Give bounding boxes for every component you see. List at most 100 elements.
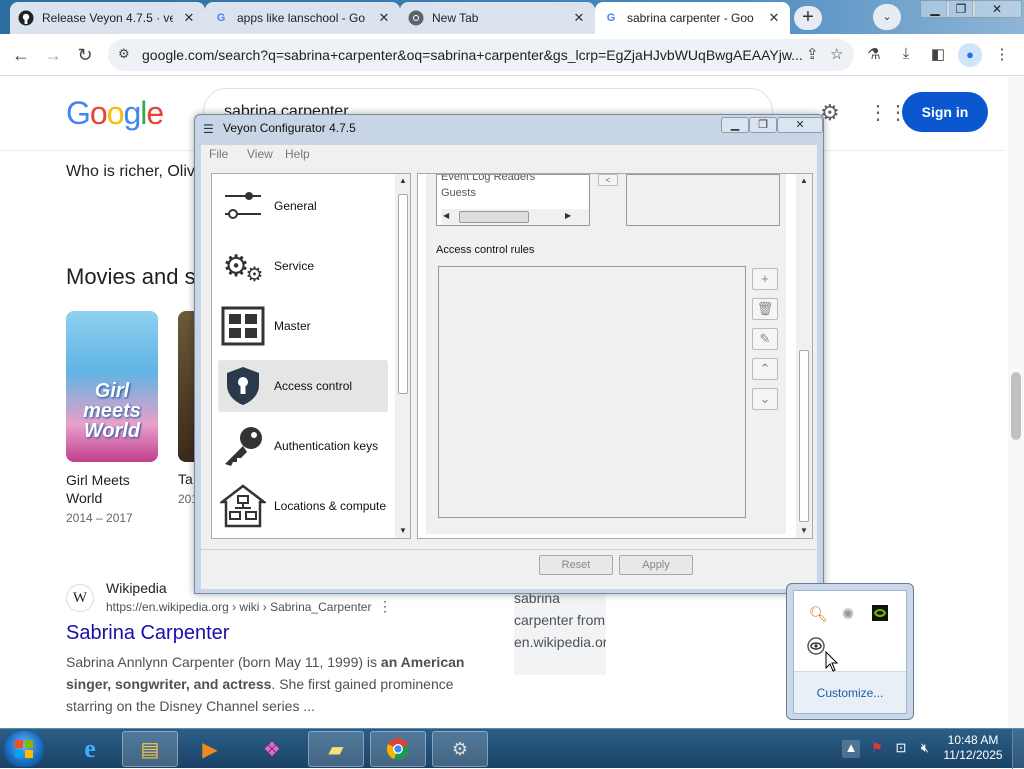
volume-muted-icon[interactable]: 🔇︎ bbox=[916, 740, 934, 758]
movie-title[interactable]: Girl Meets World bbox=[66, 471, 146, 507]
media-player-icon[interactable]: ▶ bbox=[182, 731, 238, 767]
nav-scrollbar[interactable]: ▲ ▼ bbox=[395, 174, 410, 538]
veyon-maximize-button[interactable]: ❐ bbox=[749, 117, 777, 133]
group-item[interactable]: Event Log Readers bbox=[441, 175, 535, 183]
show-hidden-icons-button[interactable]: ▲ bbox=[842, 740, 860, 758]
google-logo[interactable]: Google bbox=[66, 95, 164, 132]
edit-rule-icon[interactable]: ✎ bbox=[752, 328, 778, 350]
extension-icon[interactable]: ⚗ bbox=[864, 45, 884, 63]
apply-button[interactable]: Apply bbox=[619, 555, 693, 575]
download-icon[interactable]: ⤓ bbox=[896, 45, 916, 62]
veyon-titlebar[interactable]: ☰ Veyon Configurator 4.7.5 ▁ ❐ ✕ bbox=[195, 115, 823, 143]
loading-tray-icon[interactable]: ✺ bbox=[838, 605, 858, 623]
shield-lock-icon bbox=[218, 363, 268, 409]
tab-lanschool[interactable]: G apps like lanschool - Go ✕ bbox=[205, 2, 400, 34]
result-title-link[interactable]: Sabrina Carpenter bbox=[66, 622, 229, 645]
show-desktop-button[interactable] bbox=[1012, 729, 1024, 769]
nav-item-service[interactable]: ⚙ ⚙ Service bbox=[218, 240, 388, 292]
back-icon[interactable]: ← bbox=[8, 42, 34, 68]
poster-title: Girl meets World bbox=[83, 380, 141, 442]
remove-group-button[interactable]: < bbox=[598, 174, 618, 186]
nav-item-master[interactable]: Master bbox=[218, 300, 388, 352]
close-tab-icon[interactable]: ✕ bbox=[181, 10, 197, 26]
nav-scroll-thumb[interactable] bbox=[398, 194, 408, 394]
movies-heading: Movies and s bbox=[66, 264, 196, 289]
close-tab-icon[interactable]: ✕ bbox=[571, 10, 587, 26]
scroll-up-arrow-icon[interactable]: ▲ bbox=[395, 174, 410, 188]
panel-scroll-thumb[interactable] bbox=[799, 350, 809, 522]
chrome-taskbar-icon[interactable] bbox=[370, 731, 426, 767]
close-tab-icon[interactable]: ✕ bbox=[766, 10, 782, 26]
new-tab-button[interactable]: + bbox=[794, 6, 822, 30]
scroll-up-arrow-icon[interactable]: ▲ bbox=[796, 174, 812, 188]
site-info-icon[interactable]: ⚙ bbox=[118, 46, 130, 62]
footer-divider bbox=[201, 549, 817, 550]
bookmark-star-icon[interactable]: ☆ bbox=[830, 45, 843, 63]
result-site-name[interactable]: Wikipedia bbox=[106, 580, 167, 596]
selected-groups-list[interactable] bbox=[626, 174, 780, 226]
menu-help[interactable]: Help bbox=[285, 147, 310, 161]
network-status-icon[interactable]: ⊡ bbox=[892, 740, 910, 758]
menu-view[interactable]: View bbox=[247, 147, 273, 161]
reload-icon[interactable]: ↻ bbox=[72, 42, 98, 68]
tab-veyon-release[interactable]: Release Veyon 4.7.5 · ve ✕ bbox=[10, 2, 205, 34]
result-more-icon[interactable]: ⋮ bbox=[378, 598, 392, 615]
start-button[interactable] bbox=[4, 731, 44, 767]
customize-link[interactable]: Customize... bbox=[794, 671, 906, 713]
profile-avatar[interactable]: ● bbox=[958, 43, 982, 67]
page-scroll-thumb[interactable] bbox=[1011, 372, 1021, 440]
add-rule-button[interactable]: + bbox=[752, 268, 778, 290]
dropbox-icon[interactable]: ❖ bbox=[244, 731, 300, 767]
menu-file[interactable]: File bbox=[209, 147, 228, 161]
veyon-close-button[interactable]: ✕ bbox=[777, 117, 823, 133]
side-panel-icon[interactable]: ◧ bbox=[928, 45, 948, 63]
panel-scrollbar[interactable]: ▲ ▼ bbox=[796, 174, 812, 538]
url-text[interactable]: google.com/search?q=sabrina+carpenter&oq… bbox=[142, 47, 802, 63]
tab-new-tab[interactable]: New Tab ✕ bbox=[400, 2, 595, 34]
veyon-configurator-taskbar-icon[interactable]: ⚙ bbox=[432, 731, 488, 767]
menu-dots-icon[interactable]: ⋮ bbox=[992, 45, 1012, 63]
close-button[interactable]: ✕ bbox=[972, 0, 1022, 18]
reset-button[interactable]: Reset bbox=[539, 555, 613, 575]
veyon-minimize-button[interactable]: ▁ bbox=[721, 117, 749, 133]
forward-icon[interactable]: → bbox=[40, 42, 66, 68]
move-up-icon[interactable]: ⌃ bbox=[752, 358, 778, 380]
tab-search-button[interactable]: ⌄ bbox=[873, 4, 901, 30]
nav-item-access-control[interactable]: Access control bbox=[218, 360, 388, 412]
delete-rule-icon[interactable]: 🗑 bbox=[752, 298, 778, 320]
result-image[interactable]: sabrina carpenter from en.wikipedia.org bbox=[514, 587, 606, 675]
nvidia-tray-icon[interactable] bbox=[870, 605, 890, 625]
sign-in-button[interactable]: Sign in bbox=[902, 92, 988, 132]
nav-item-general[interactable]: General bbox=[218, 180, 388, 232]
nav-item-authentication-keys[interactable]: Authentication keys bbox=[218, 420, 388, 472]
group-item[interactable]: Guests bbox=[441, 187, 476, 199]
veyon-nav-list: General ⚙ ⚙ Service Master Access control bbox=[211, 173, 411, 539]
action-center-flag-icon[interactable]: ⚑ bbox=[868, 740, 886, 758]
access-control-rules-list[interactable] bbox=[438, 266, 746, 518]
page-scrollbar[interactable] bbox=[1008, 77, 1024, 728]
nav-item-locations[interactable]: Locations & compute bbox=[218, 480, 388, 532]
clock-date: 11/12/2025 bbox=[943, 748, 1003, 762]
file-explorer-icon[interactable]: ▤ bbox=[122, 731, 178, 767]
movie-poster-girl-meets-world[interactable]: Girl meets World bbox=[66, 311, 158, 462]
tab-sabrina-carpenter[interactable]: G sabrina carpenter - Goo ✕ bbox=[595, 2, 790, 34]
related-question[interactable]: Who is richer, Oliv bbox=[66, 163, 195, 181]
close-tab-icon[interactable]: ✕ bbox=[376, 10, 392, 26]
scroll-left-arrow-icon[interactable]: ◀ bbox=[443, 211, 449, 220]
movie-title-2[interactable]: Ta bbox=[178, 471, 193, 487]
groups-hscrollbar[interactable]: ◀ ▶ bbox=[441, 209, 589, 225]
scroll-down-arrow-icon[interactable]: ▼ bbox=[796, 524, 812, 538]
internet-explorer-icon[interactable]: e bbox=[62, 731, 118, 767]
move-down-icon[interactable]: ⌄ bbox=[752, 388, 778, 410]
groups-hscroll-thumb[interactable] bbox=[459, 211, 529, 223]
scroll-down-arrow-icon[interactable]: ▼ bbox=[395, 524, 410, 538]
user-groups-list[interactable]: Event Log Readers Guests ◀ ▶ bbox=[436, 174, 590, 226]
scroll-right-arrow-icon[interactable]: ▶ bbox=[565, 211, 571, 220]
address-bar[interactable]: ⚙ google.com/search?q=sabrina+carpenter&… bbox=[108, 39, 854, 71]
sticky-notes-icon[interactable]: ▰ bbox=[308, 731, 364, 767]
share-icon[interactable]: ⇪ bbox=[806, 45, 819, 63]
veyon-tray-icon[interactable] bbox=[806, 637, 826, 659]
magnifier-tray-icon[interactable]: 🔍︎ bbox=[808, 605, 828, 623]
system-clock[interactable]: 10:48 AM 11/12/2025 bbox=[940, 733, 1006, 763]
result-url[interactable]: https://en.wikipedia.org › wiki › Sabrin… bbox=[106, 600, 371, 614]
